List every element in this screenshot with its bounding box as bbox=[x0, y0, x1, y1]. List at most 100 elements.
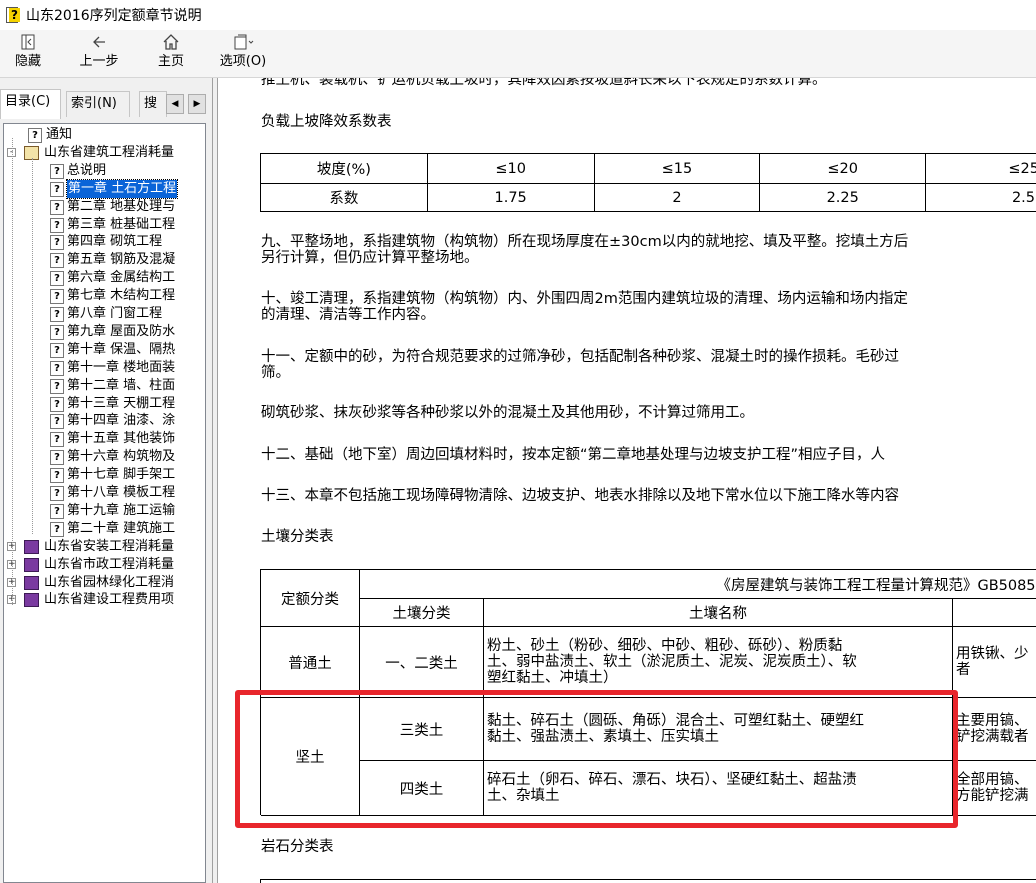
help-app-icon: ? bbox=[4, 6, 22, 24]
tree-item[interactable]: ? 第十七章 脚手架工 bbox=[4, 466, 205, 484]
tree-item-label: 总说明 bbox=[67, 162, 107, 178]
coefficient-cell: 1.75 bbox=[426, 183, 595, 212]
tree-item[interactable]: ? 第七章 木结构工程 bbox=[4, 287, 205, 305]
rock-table-title: 岩石分类表 bbox=[261, 839, 334, 855]
help-page-icon: ? bbox=[50, 289, 64, 305]
tree-item[interactable]: ? 第十章 保温、隔热 bbox=[4, 341, 205, 359]
tab-scroll-left-button[interactable]: ◀ bbox=[166, 94, 184, 114]
home-label: 主页 bbox=[157, 54, 184, 69]
window-title: 山东2016序列定额章节说明 bbox=[26, 8, 202, 24]
method-header bbox=[953, 599, 1036, 627]
tree-item-label: 山东省建筑工程消耗量 bbox=[44, 144, 175, 160]
pane-splitter[interactable] bbox=[213, 78, 218, 883]
tree-item-label: 第十七章 脚手架工 bbox=[67, 467, 176, 483]
hide-button[interactable]: 隐藏 bbox=[8, 33, 48, 75]
coefficient-cell: 2.5 bbox=[925, 183, 1036, 212]
toolbar: 隐藏 上一步 主页 选项(O) bbox=[0, 30, 1036, 78]
slope-header-cell: ≤25 bbox=[925, 153, 1036, 184]
tree-item[interactable]: ? 通知 bbox=[4, 126, 205, 144]
tree-item[interactable]: - 山东省建筑工程消耗量 bbox=[4, 144, 205, 162]
tree-item-label: 第九章 屋面及防水 bbox=[67, 323, 176, 339]
tree-item[interactable]: ? 第十三章 天棚工程 bbox=[4, 395, 205, 413]
options-button[interactable]: 选项(O) bbox=[214, 33, 272, 75]
tree-item[interactable]: ? 第十九章 施工运输 bbox=[4, 502, 205, 520]
hide-label: 隐藏 bbox=[14, 54, 41, 69]
help-page-icon: ? bbox=[50, 163, 64, 179]
soil-name-line: 粉土、砂土（粉砂、细砂、中砂、粗砂、砾砂）、粉质黏 bbox=[487, 638, 843, 654]
tree-item-label: 第一章 土石方工程 bbox=[65, 178, 179, 199]
soil-name-line: 土、弱中盐渍土、软土（淤泥质土、泥炭、泥炭质土）、软 bbox=[487, 654, 857, 670]
help-page-icon: ? bbox=[50, 217, 64, 233]
soil-classification-table: 定额分类 《房屋建筑与装饰工程工程量计算规范》GB50854- 土壤分类 土壤名… bbox=[260, 569, 1036, 816]
soil-name-header: 土壤名称 bbox=[484, 599, 953, 627]
hide-pane-icon bbox=[8, 33, 48, 53]
help-page-icon: ? bbox=[50, 503, 64, 519]
tree-item-label: 第六章 金属结构工 bbox=[67, 270, 176, 286]
tree-item[interactable]: ? 第十六章 构筑物及 bbox=[4, 448, 205, 466]
tree-item[interactable]: ? 第五章 钢筋及混凝 bbox=[4, 251, 205, 269]
soil-name-line: 土、杂填土 bbox=[487, 788, 560, 804]
slope-header-cell: ≤15 bbox=[593, 153, 761, 184]
quota-ordinary-soil: 普通土 bbox=[261, 627, 360, 698]
paragraph-9-line-1: 九、平整场地，系指建筑物（构筑物）所在现场厚度在±30cm以内的就地挖、填及平整… bbox=[261, 234, 909, 250]
tab-search[interactable]: 搜 bbox=[139, 91, 167, 117]
closed-book-icon bbox=[24, 593, 39, 608]
tab-index[interactable]: 索引(N) bbox=[66, 91, 130, 117]
tree-item[interactable]: ? 第二十章 建筑施工 bbox=[4, 520, 205, 538]
tree-item[interactable]: ? 第九章 屋面及防水 bbox=[4, 323, 205, 341]
soil-table-title: 土壤分类表 bbox=[261, 529, 334, 545]
tree-item[interactable]: ? 第十八章 模板工程 bbox=[4, 484, 205, 502]
tree-item-label: 第七章 木结构工程 bbox=[67, 288, 176, 304]
closed-book-icon bbox=[24, 539, 39, 554]
tree-item[interactable]: ? 第四章 砌筑工程 bbox=[4, 233, 205, 251]
soil-class-cell: 三类土 bbox=[360, 698, 484, 761]
tree-item[interactable]: ? 第八章 门窗工程 bbox=[4, 305, 205, 323]
tree-item[interactable]: ? 第二章 地基处理与 bbox=[4, 198, 205, 216]
tree-item[interactable]: ? 总说明 bbox=[4, 162, 205, 180]
tree-item[interactable]: ? 第六章 金属结构工 bbox=[4, 269, 205, 287]
tree-item-label: 通知 bbox=[46, 127, 73, 142]
slope-header-cell: ≤10 bbox=[426, 153, 595, 184]
tab-contents[interactable]: 目录(C) bbox=[0, 89, 61, 119]
closed-book-icon bbox=[24, 557, 39, 572]
help-page-icon: ? bbox=[50, 235, 64, 251]
tree-connector bbox=[12, 138, 13, 606]
tree-item[interactable]: ? 第三章 桩基础工程 bbox=[4, 216, 205, 234]
tree-item-label: 第十五章 其他装饰 bbox=[67, 431, 176, 447]
paragraph-13: 十三、本章不包括施工现场障碍物清除、边坡支护、地表水排除以及地下常水位以下施工降… bbox=[261, 488, 899, 504]
tree-item-label: 第十八章 模板工程 bbox=[67, 485, 176, 500]
soil-name-line: 碎石土（卵石、碎石、漂石、块石）、坚硬红黏土、超盐渍 bbox=[487, 772, 857, 788]
method-line: 方能铲挖满 bbox=[956, 788, 1029, 804]
tree-item[interactable]: ? 第十四章 油漆、涂 bbox=[4, 412, 205, 430]
method-line: 铲挖满载者 bbox=[956, 729, 1029, 745]
tree-item[interactable]: ? 第十二章 墙、柱面 bbox=[4, 377, 205, 395]
back-button[interactable]: 上一步 bbox=[72, 33, 126, 75]
tab-scroll-right-button[interactable]: ▶ bbox=[188, 94, 206, 114]
help-content: 推土机、装载机、铲运机负载上坡时，其降效因素按坡道斜长采以下表规定的系数计算。 … bbox=[219, 78, 1036, 883]
tree-item-label: 第四章 砌筑工程 bbox=[67, 234, 163, 250]
paragraph-11b: 砌筑砂浆、抹灰砂浆等各种砂浆以外的混凝土及其他用砂，不计算过筛用工。 bbox=[261, 405, 754, 421]
slope-coefficient-table: 坡度(%) ≤10 ≤15 ≤20 ≤25 系数 1.75 2 2.25 2.5 bbox=[260, 153, 1036, 212]
help-page-icon: ? bbox=[50, 360, 64, 376]
tree-item[interactable]: ? 第十一章 楼地面装 bbox=[4, 359, 205, 377]
help-page-icon: ? bbox=[50, 486, 64, 501]
paragraph-9-line-2: 另行计算，但仍应计算平整场地。 bbox=[261, 250, 479, 266]
help-page-icon: ? bbox=[50, 199, 64, 215]
tree-item[interactable]: + 山东省市政工程消耗量 bbox=[4, 556, 205, 574]
contents-tree: ? 通知 - 山东省建筑工程消耗量? 总说明? 第一章 土石方工程? 第二章 地基处理与? 第… bbox=[3, 123, 206, 883]
tree-item[interactable]: + 山东省建设工程费用项 bbox=[4, 591, 205, 609]
paragraph-10-line-1: 十、竣工清理，系指建筑物（构筑物）内、外围四周2m范围内建筑垃圾的清理、场内运输… bbox=[261, 291, 908, 307]
soil-name-cell: 粉土、砂土（粉砂、细砂、中砂、粗砂、砾砂）、粉质黏 土、弱中盐渍土、软土（淤泥质… bbox=[484, 627, 953, 698]
tree-item-label: 山东省建设工程费用项 bbox=[44, 592, 175, 608]
soil-name-cell: 黏土、碎石土（圆砾、角砾）混合土、可塑红黏土、硬塑红 黏土、强盐渍土、素填土、压… bbox=[484, 698, 953, 761]
coefficient-cell: 2 bbox=[593, 183, 761, 212]
home-button[interactable]: 主页 bbox=[150, 33, 192, 75]
coefficient-cell: 系数 bbox=[260, 183, 428, 212]
tree-item[interactable]: ? 第十五章 其他装饰 bbox=[4, 430, 205, 448]
title-bar: ? 山东2016序列定额章节说明 bbox=[0, 0, 1036, 30]
tree-item[interactable]: ? 第一章 土石方工程 bbox=[4, 178, 205, 199]
tree-item[interactable]: + 山东省园林绿化工程消 bbox=[4, 574, 205, 592]
paragraph-12: 十二、基础（地下室）周边回填材料时，按本定额“第二章地基处理与边坡支护工程”相应… bbox=[261, 447, 886, 463]
help-page-icon: ? bbox=[50, 181, 64, 197]
tree-item[interactable]: + 山东省安装工程消耗量 bbox=[4, 538, 205, 556]
